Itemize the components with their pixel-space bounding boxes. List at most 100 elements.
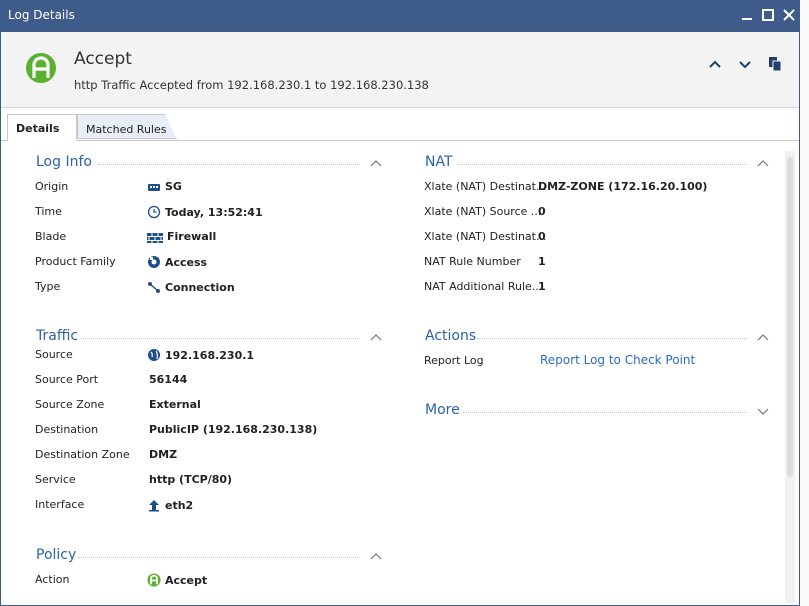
field-label: Time (35, 205, 62, 218)
window-title: Log Details (8, 8, 75, 22)
copy-icon (769, 57, 782, 72)
interface-up-arrow-icon (149, 500, 159, 512)
tab-matched-rules-label: Matched Rules (86, 123, 167, 136)
minimize-button[interactable] (739, 7, 755, 23)
expand-chevron-icon[interactable] (757, 406, 769, 416)
section-divider (463, 412, 747, 413)
service-value: http (TCP/80) (149, 473, 233, 486)
section-title: Log Info (36, 154, 92, 170)
field-label: Xlate (NAT) Source ... (424, 205, 542, 218)
field-value: Accept (147, 573, 207, 587)
collapse-chevron-icon[interactable] (370, 332, 382, 342)
collapse-chevron-icon[interactable] (757, 332, 769, 342)
previous-log-button[interactable] (707, 56, 723, 72)
type-value: Connection (165, 280, 235, 294)
field-label: Xlate (NAT) Destinat... (424, 230, 547, 243)
actions-section: Actions Report Log Report Log to Check P… (424, 328, 771, 378)
firewall-icon (147, 232, 163, 243)
field-label: Service (35, 473, 76, 486)
log-summary: http Traffic Accepted from 192.168.230.1… (74, 78, 429, 92)
field-label: Report Log (424, 354, 484, 367)
field-label: Action (35, 573, 70, 586)
log-info-section: Log Info Origin SG Time Today, 13:52:41 … (35, 154, 386, 294)
nat-additional-rule-value: 1 (538, 280, 546, 293)
next-log-button[interactable] (737, 56, 753, 72)
section-title: NAT (425, 154, 453, 170)
section-divider (457, 164, 747, 165)
scrollbar-thumb[interactable] (787, 157, 793, 477)
access-icon (148, 256, 160, 268)
log-details-window: Log Details Accept http Traffic Accepted… (0, 0, 800, 606)
nat-rule-number-value: 1 (538, 255, 546, 268)
details-panel: Log Info Origin SG Time Today, 13:52:41 … (1, 141, 799, 605)
field-label: Source Zone (35, 398, 105, 411)
vertical-scrollbar[interactable] (785, 151, 795, 603)
log-action-title: Accept (74, 49, 132, 69)
field-label: Destination Zone (35, 448, 130, 461)
xlate-source-value: 0 (538, 205, 546, 218)
accept-icon (147, 573, 161, 587)
copy-button[interactable] (767, 56, 783, 72)
field-label: Product Family (35, 255, 116, 268)
field-value: SG (147, 180, 182, 193)
destination-zone-value: DMZ (149, 448, 178, 461)
action-value: Accept (165, 573, 208, 587)
field-value: 192.168.230.1 (147, 348, 254, 362)
blade-value: Firewall (167, 230, 217, 243)
time-value: Today, 13:52:41 (165, 205, 263, 219)
product-family-value: Access (165, 255, 208, 269)
section-divider (477, 338, 747, 339)
field-label: Interface (35, 498, 85, 511)
xlate-dest-value: DMZ-ZONE (172.16.20.100) (538, 180, 708, 193)
xlate-dest-port-value: 0 (538, 230, 546, 243)
close-button[interactable] (781, 7, 797, 23)
section-title: More (425, 402, 460, 418)
field-label: Xlate (NAT) Destinat... (424, 180, 547, 193)
section-title: Policy (36, 547, 77, 563)
field-value: eth2 (147, 498, 193, 512)
nat-section: NAT Xlate (NAT) Destinat... DMZ-ZONE (17… (424, 154, 771, 294)
more-section: More (425, 402, 771, 422)
field-value: Connection (147, 280, 235, 294)
field-label: Type (35, 280, 61, 293)
collapse-chevron-icon[interactable] (370, 551, 382, 561)
maximize-button[interactable] (760, 7, 776, 23)
destination-value: PublicIP (192.168.230.138) (149, 423, 318, 436)
source-zone-value: External (149, 398, 201, 411)
close-icon (783, 9, 795, 21)
field-label: NAT Rule Number (424, 255, 521, 268)
source-value: 192.168.230.1 (165, 348, 255, 362)
field-label: Origin (35, 180, 69, 193)
clock-icon (147, 205, 161, 219)
tab-strip: Details Matched Rules (1, 114, 799, 141)
traffic-section: Traffic Source 192.168.230.1 Source Port… (35, 328, 386, 512)
field-value: Access (147, 255, 207, 269)
section-divider (98, 164, 360, 165)
field-value: Today, 13:52:41 (147, 205, 263, 219)
section-title: Traffic (36, 328, 79, 344)
connection-icon (148, 282, 160, 293)
field-label: Destination (35, 423, 99, 436)
policy-section: Policy Action Accept (35, 547, 386, 597)
interface-value: eth2 (165, 498, 194, 512)
chevron-down-icon (739, 61, 751, 69)
section-title: Actions (425, 328, 477, 344)
collapse-chevron-icon[interactable] (370, 158, 382, 168)
gateway-icon (148, 183, 160, 191)
section-divider (78, 557, 360, 558)
collapse-chevron-icon[interactable] (757, 158, 769, 168)
background-window-edge (800, 0, 809, 606)
field-label: Blade (35, 230, 67, 243)
globe-icon (148, 349, 160, 361)
field-value: Firewall (147, 230, 216, 243)
field-label: NAT Additional Rule.. (424, 280, 539, 293)
chevron-up-icon (709, 60, 721, 68)
source-port-value: 56144 (149, 373, 188, 386)
tab-matched-rules[interactable]: Matched Rules (77, 114, 177, 139)
minimize-icon (742, 18, 752, 20)
maximize-icon (762, 9, 774, 21)
field-label: Source (35, 348, 73, 361)
tab-details[interactable]: Details (7, 114, 77, 141)
origin-value: SG (165, 180, 182, 193)
report-log-link[interactable]: Report Log to Check Point (540, 353, 695, 367)
